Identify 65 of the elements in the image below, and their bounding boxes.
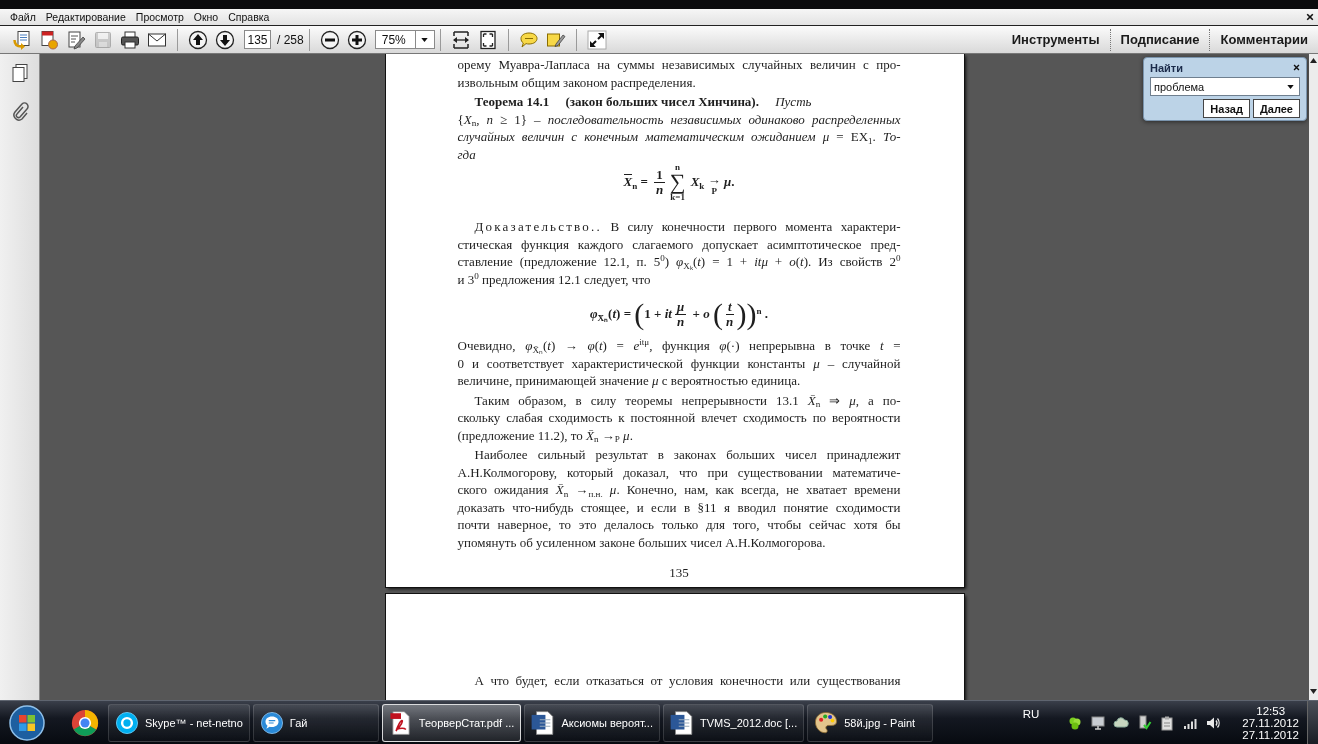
- page-count: / 258: [277, 32, 304, 47]
- taskbar-button[interactable]: ТеорверСтат.pdf ...: [381, 703, 522, 742]
- document-seal-icon: [39, 29, 59, 50]
- chat-bubble-icon: [258, 709, 285, 736]
- find-button[interactable]: Назад: [1203, 99, 1250, 118]
- document-arrow-icon: [12, 29, 32, 50]
- full-screen-button[interactable]: [584, 27, 609, 52]
- menu-item[interactable]: Справка: [228, 10, 270, 24]
- palette-icon: [813, 709, 840, 736]
- clipboard-icon[interactable]: [1159, 714, 1176, 731]
- scroll-down-icon[interactable]: [1310, 689, 1317, 694]
- menu-item[interactable]: Файл: [10, 10, 36, 24]
- text-paragraph: Доказательство.. В силу конечности первого момента характери- стическая функция каждого слагаемого допускает асимптотическое пред- ставление (предложение 12.1, п. 5$^{0}$) φ$_{Xₖ}$(t) = 1 + itμ + o(t). Из свойств 2$^{0}$ и 3$^{0}$ предложения 12.1 следует, что: [457, 218, 901, 288]
- text-paragraph: Очевидно, φ$_{X̄ₙ}$(t) → φ(t) = e$^{itμ}$, функция φ(·) непрерывна в точке t = 0 и соответствует характеристической функции константы μ – случайной величине, принимающей значение μ с вероятностью единица.: [457, 337, 901, 390]
- text-paragraph: Теорема 14.1 (закон больших чисел Хинчина). Пусть {X$_{n}$, n ≥ 1} – последовательность независимых одинаково распределенных случайных величин с конечным математическим ожиданием μ = EX$_{1}$. То- гда: [457, 93, 901, 163]
- pane-button[interactable]: Комментарии: [1209, 28, 1318, 51]
- text-paragraph: Таким образом, в силу теоремы непрерывности 13.1 X̄$_{n}$ ⇒ μ, а по- скольку слабая сходимость к постоянной влечет сходимость по вероятности (предложение 11.2), то X̄$_{n}$ →$_{P}$ μ.: [457, 391, 901, 444]
- taskbar-button[interactable]: Гай: [252, 703, 379, 742]
- arrow-down-icon: [215, 29, 235, 50]
- fit-width-icon: [450, 29, 471, 50]
- scroll-up-icon[interactable]: [1310, 58, 1317, 63]
- minus-icon: [319, 29, 340, 50]
- ring-logo-icon[interactable]: [70, 707, 100, 738]
- orb-icon[interactable]: [8, 703, 46, 742]
- printer-icon: [120, 29, 140, 50]
- language-indicator[interactable]: RU: [1022, 708, 1040, 720]
- device-check-icon[interactable]: [1136, 714, 1153, 731]
- speech-bubble-icon: [518, 29, 539, 50]
- pane-button[interactable]: Подписание: [1109, 28, 1210, 51]
- pane-button[interactable]: Инструменты: [1001, 28, 1110, 51]
- caret-icon: [1287, 84, 1294, 89]
- taskbar-button[interactable]: Skype™ - net-netno: [108, 703, 250, 742]
- taskbar-button[interactable]: TVMS_2012.doc [...: [662, 703, 805, 742]
- find-button[interactable]: Далее: [1252, 99, 1300, 118]
- caret-icon: [421, 37, 429, 42]
- search-field[interactable]: проблема: [1150, 77, 1300, 96]
- text-paragraph: орему Муавра-Лапласа на суммы независимых случайных величин с про- извольным общим законом распределения.: [457, 56, 901, 91]
- pages-icon: [9, 63, 30, 83]
- page-number-field[interactable]: 135: [244, 30, 271, 49]
- menu-item[interactable]: Редактирование: [45, 10, 126, 24]
- show-desktop-button[interactable]: [1307, 701, 1318, 744]
- scrollbar[interactable]: [1309, 54, 1318, 700]
- cloud-icon[interactable]: [1113, 714, 1130, 731]
- document-icon: [668, 709, 695, 736]
- monitor-icon[interactable]: [1090, 714, 1107, 731]
- text-paragraph: А что будет, если отказаться от условия конечности или существования: [473, 672, 901, 690]
- clock-time: 12:53: [1256, 704, 1286, 717]
- find-title: Найти: [1150, 61, 1183, 74]
- clock-date: 27.11.2012: [1242, 728, 1299, 741]
- text-paragraph: Наиболее сильный результат в законах больших чисел принадлежит А.Н.Колмогорову, который доказал, что при существовании математиче- ского ожидания X̄$_{n}$ →$_{п.н.}$ μ. Конечно, нам, как всегда, не хватает времени доказать что-нибудь стоящее, и если в §11 я вводил понятие сходимости почти наверное, то это делалось только для того, чтобы сейчас хотя бы упомянуть об усиленном законе больших чисел А.Н.Колмогорова.: [457, 446, 901, 551]
- menu-item[interactable]: Просмотр: [135, 10, 184, 24]
- expand-arrows-icon: [586, 29, 607, 50]
- plus-icon: [346, 29, 367, 50]
- taskbar-button[interactable]: Аксиомы вероят...: [524, 703, 660, 742]
- close-icon[interactable]: [1293, 64, 1300, 71]
- document-pen-icon: [66, 29, 86, 50]
- fit-page-icon: [477, 29, 498, 50]
- arrow-up-icon: [188, 29, 208, 50]
- zoom-field[interactable]: 75%: [374, 30, 416, 49]
- clock-date: 27.11.2012: [1242, 716, 1299, 729]
- menu-item[interactable]: Окно: [193, 10, 219, 24]
- ring-badge-icon: [114, 709, 140, 736]
- close-icon[interactable]: [1306, 13, 1314, 21]
- page-number: 135: [669, 563, 689, 581]
- taskbar-button[interactable]: 58й.jpg - Paint: [807, 703, 934, 742]
